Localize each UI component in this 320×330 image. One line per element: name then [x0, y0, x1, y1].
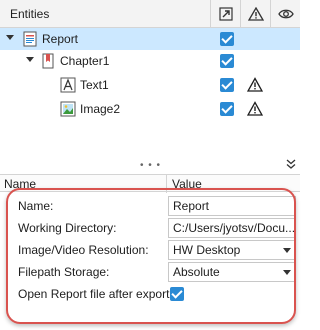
tree-label: Report	[42, 32, 79, 46]
property-label: Name:	[18, 199, 54, 213]
export-column-header[interactable]	[210, 0, 240, 28]
tree-row-image2[interactable]: Image2	[0, 98, 300, 120]
properties-panel: Name Value Name: Report Working Director…	[0, 174, 300, 330]
working-directory-input[interactable]: C:/Users/jyotsv/Docu...	[168, 218, 296, 238]
chapter-icon	[42, 53, 54, 69]
property-row-name: Name: Report	[0, 196, 300, 216]
property-row-working-directory: Working Directory: C:/Users/jyotsv/Docu.…	[0, 218, 300, 238]
tree-row-report[interactable]: Report	[0, 28, 300, 50]
tree-row-chapter1[interactable]: Chapter1	[0, 50, 300, 72]
report-name-input[interactable]: Report	[168, 196, 296, 216]
column-divider[interactable]	[166, 175, 167, 193]
property-label: Open Report file after export:	[18, 287, 173, 301]
tree-label: Image2	[80, 102, 121, 116]
property-label: Working Directory:	[18, 221, 117, 235]
property-label: Filepath Storage:	[18, 265, 110, 279]
property-row-open-after-export: Open Report file after export:	[0, 284, 300, 304]
entities-title: Entities	[10, 7, 50, 21]
tree-label: Chapter1	[60, 54, 110, 68]
open-after-export-checkbox[interactable]	[170, 287, 184, 301]
export-checkbox[interactable]	[220, 32, 234, 46]
tree-label: Text1	[80, 78, 109, 92]
panel-splitter[interactable]: • • •	[0, 158, 300, 172]
entities-header: Entities	[0, 0, 300, 28]
entities-panel: Entities Report Chapter1 Text1 Image2	[0, 0, 300, 160]
tree-row-text1[interactable]: Text1	[0, 74, 300, 96]
dropdown-value: HW Desktop	[173, 243, 241, 257]
dropdown-value: Absolute	[173, 265, 220, 279]
chevron-down-icon	[283, 270, 291, 275]
double-chevron-down-icon[interactable]	[286, 158, 296, 170]
expand-toggle-icon[interactable]	[6, 35, 14, 40]
text-icon	[60, 77, 76, 93]
warning-icon[interactable]	[247, 77, 263, 93]
image-icon	[60, 101, 76, 117]
value-column-header: Value	[172, 177, 202, 191]
export-checkbox[interactable]	[220, 54, 234, 68]
export-checkbox[interactable]	[220, 78, 234, 92]
report-icon	[23, 31, 37, 47]
export-arrow-icon	[218, 7, 233, 21]
name-column-header: Name	[4, 177, 37, 191]
eye-icon	[277, 9, 294, 19]
property-label: Image/Video Resolution:	[18, 243, 149, 257]
export-checkbox[interactable]	[220, 102, 234, 116]
chevron-down-icon	[283, 248, 291, 253]
filepath-storage-dropdown[interactable]: Absolute	[168, 262, 296, 282]
warning-column-header[interactable]	[240, 0, 270, 28]
warning-icon[interactable]	[247, 101, 263, 117]
resolution-dropdown[interactable]: HW Desktop	[168, 240, 296, 260]
splitter-grip[interactable]: • • •	[140, 160, 161, 171]
property-row-resolution: Image/Video Resolution: HW Desktop	[0, 240, 300, 260]
warning-icon	[247, 7, 264, 21]
property-row-filepath-storage: Filepath Storage: Absolute	[0, 262, 300, 282]
expand-toggle-icon[interactable]	[26, 57, 34, 62]
visibility-column-header[interactable]	[270, 0, 300, 28]
properties-header: Name Value	[0, 174, 300, 193]
